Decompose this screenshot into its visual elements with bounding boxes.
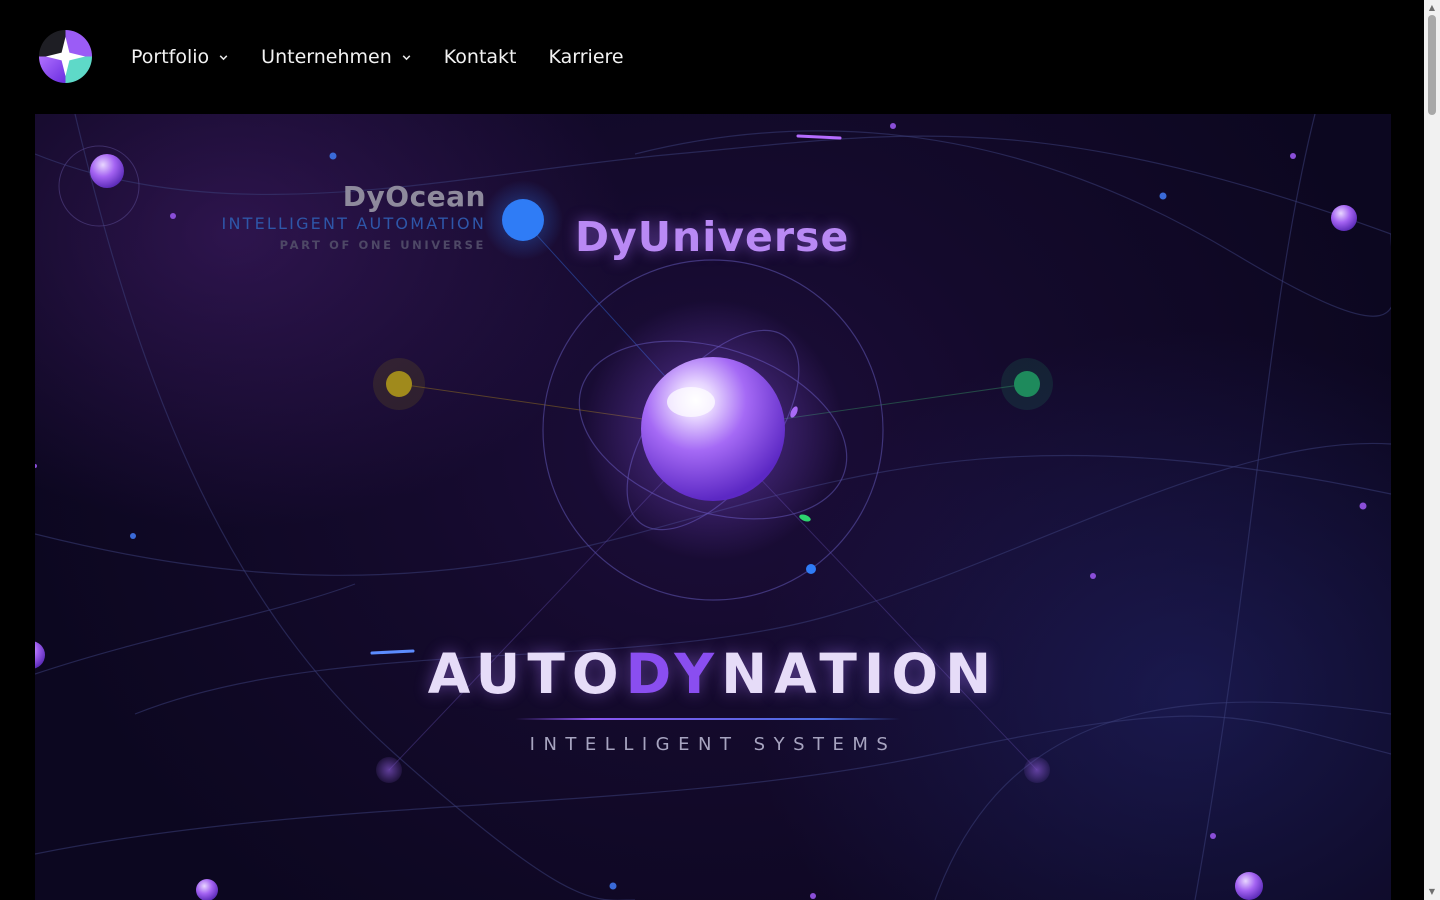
brand-suffix: NATION	[721, 642, 999, 706]
scroll-up-arrow-icon[interactable]: ▲	[1424, 0, 1440, 16]
dyocean-tagline: PART OF ONE UNIVERSE	[279, 238, 486, 252]
nav-item-karriere-label: Karriere	[548, 46, 624, 68]
nav-item-karriere[interactable]: Karriere	[549, 46, 624, 68]
nav-item-unternehmen[interactable]: Unternehmen	[261, 46, 412, 68]
top-navigation-bar: Portfolio Unternehmen Kontakt Karriere	[0, 0, 1424, 113]
hero-universe-visual: DyOcean INTELLIGENT AUTOMATION PART OF O…	[35, 114, 1391, 900]
autodynation-wordmark: AUTODYNATION	[35, 642, 1391, 706]
brand-divider	[515, 718, 900, 720]
main-navigation: Portfolio Unternehmen Kontakt Karriere	[131, 40, 656, 74]
dyocean-planet-label[interactable]: DyOcean INTELLIGENT AUTOMATION PART OF O…	[222, 181, 486, 255]
star-compass-logo-icon[interactable]	[38, 29, 93, 84]
brand-prefix: AUTO	[427, 642, 626, 706]
page-scrollbar[interactable]: ▲ ▼	[1424, 0, 1440, 900]
scrollbar-thumb[interactable]	[1428, 15, 1436, 115]
chevron-down-icon	[219, 54, 228, 60]
nav-item-kontakt[interactable]: Kontakt	[444, 46, 517, 68]
dyuniverse-label[interactable]: DyUniverse	[575, 213, 849, 261]
nav-item-portfolio[interactable]: Portfolio	[131, 46, 229, 68]
chevron-down-icon	[402, 54, 411, 60]
hero-tagline: INTELLIGENT SYSTEMS	[529, 734, 897, 755]
nav-item-unternehmen-label: Unternehmen	[261, 46, 392, 68]
brand-highlight: DY	[625, 642, 722, 706]
dyocean-subtitle: INTELLIGENT AUTOMATION	[221, 214, 486, 233]
dyocean-title: DyOcean	[342, 180, 486, 213]
scroll-down-arrow-icon[interactable]: ▼	[1424, 884, 1440, 900]
nav-item-kontakt-label: Kontakt	[443, 46, 517, 68]
nav-item-portfolio-label: Portfolio	[131, 46, 210, 68]
